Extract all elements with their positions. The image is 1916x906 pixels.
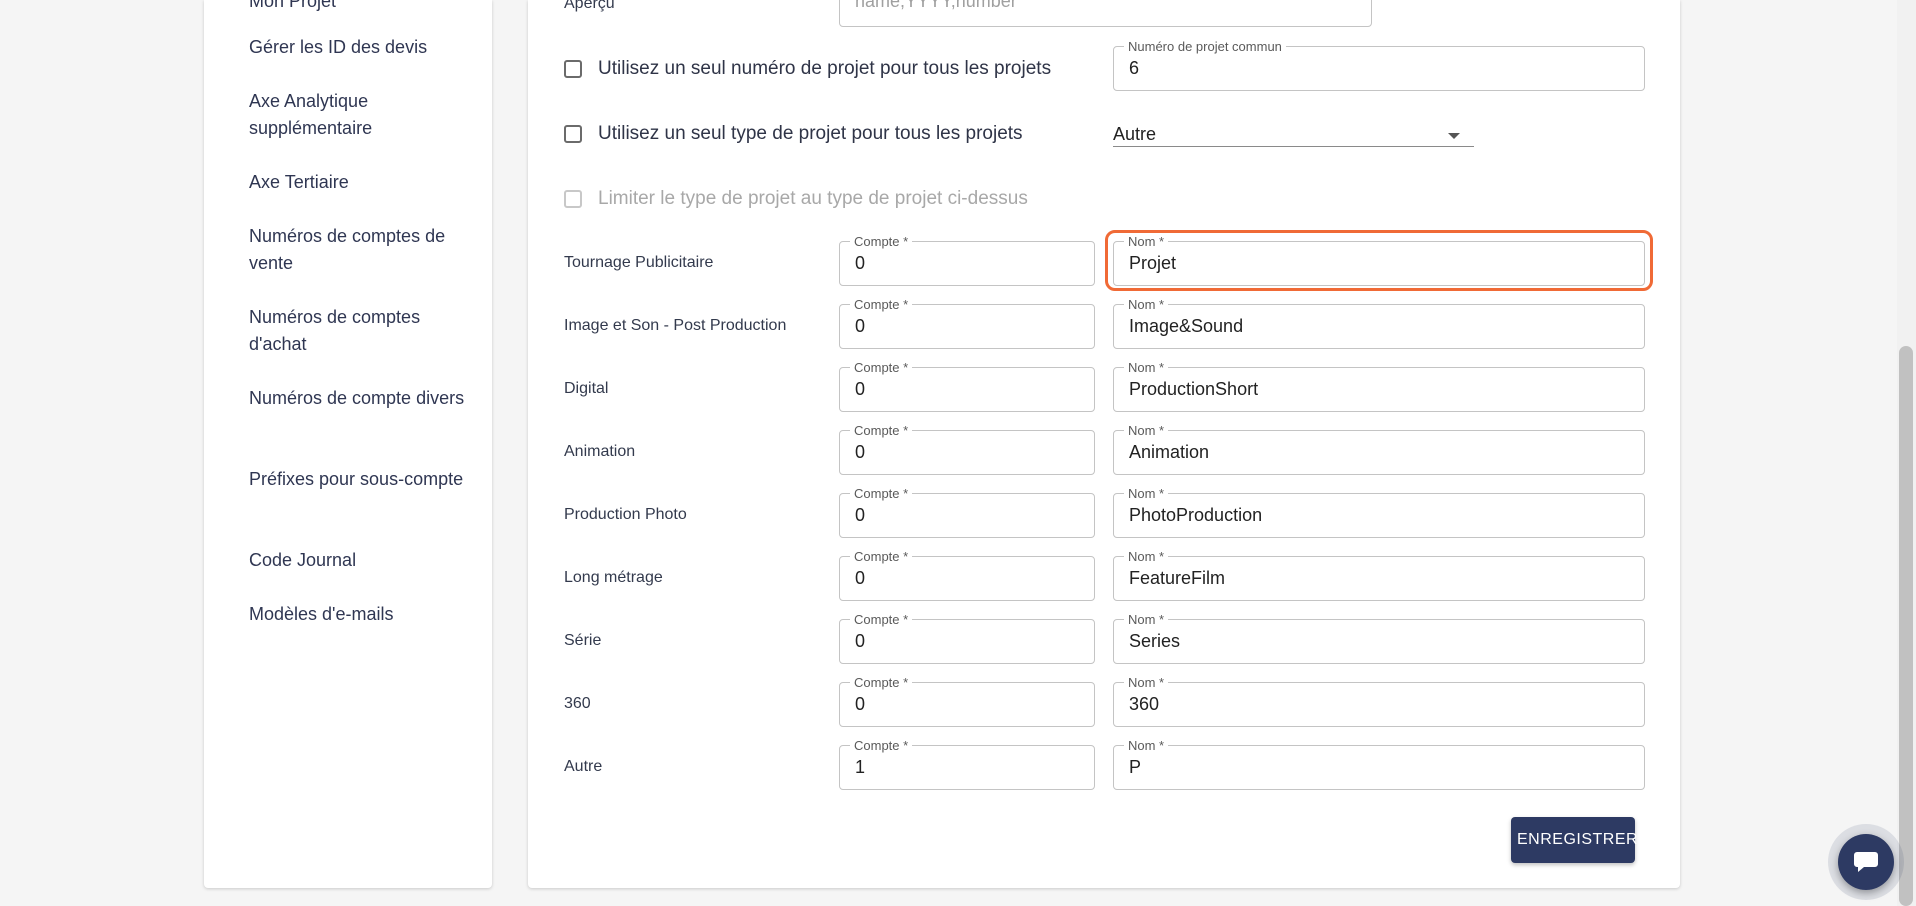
sidebar-item-tertiary-axis[interactable]: Axe Tertiaire: [249, 169, 469, 196]
account-value: 0: [855, 505, 866, 525]
account-value: 0: [855, 442, 866, 462]
account-field[interactable]: Compte * 0: [839, 675, 1095, 727]
single-type-checkbox[interactable]: [564, 125, 582, 143]
name-value: Image&Sound: [1129, 316, 1244, 336]
chevron-down-icon: [1448, 133, 1460, 139]
name-value: PhotoProduction: [1129, 505, 1263, 525]
project-type-label: Digital: [564, 380, 609, 397]
account-field[interactable]: Compte * 0: [839, 360, 1095, 412]
sidebar-item-extra-axis[interactable]: Axe Analytique supplémentaire: [249, 88, 469, 142]
scrollbar-thumb[interactable]: [1899, 346, 1913, 906]
account-field[interactable]: Compte * 0: [839, 612, 1095, 664]
sidebar-item-sales-accounts[interactable]: Numéros de comptes de vente: [249, 223, 469, 277]
project-type-select-value: Autre: [1113, 124, 1157, 144]
chat-button[interactable]: [1838, 834, 1894, 890]
sidebar-item-misc-accounts[interactable]: Numéros de compte divers: [249, 385, 469, 412]
account-value: 0: [855, 379, 866, 399]
single-number-checkbox[interactable]: [564, 60, 582, 78]
account-field[interactable]: Compte * 0: [839, 549, 1095, 601]
chat-bubble-icon: [1854, 852, 1878, 872]
preview-label: Aperçu: [564, 0, 615, 12]
account-field[interactable]: Compte * 0: [839, 234, 1095, 286]
sidebar-item-subaccount-prefixes[interactable]: Préfixes pour sous-compte: [249, 466, 469, 493]
project-type-label: Série: [564, 632, 602, 649]
name-field[interactable]: Nom * 360: [1113, 675, 1645, 727]
sidebar-item-purchase-accounts[interactable]: Numéros de comptes d'achat: [249, 304, 469, 358]
account-value: 0: [855, 631, 866, 651]
project-type-label: Tournage Publicitaire: [564, 254, 714, 271]
project-type-label: Image et Son - Post Production: [564, 317, 787, 334]
account-value: 0: [855, 568, 866, 588]
preview-field[interactable]: name,YYYY,number: [839, 0, 1372, 27]
name-field[interactable]: Nom * Image&Sound: [1113, 297, 1645, 349]
focus-highlight: [1105, 230, 1653, 291]
name-field[interactable]: Nom * PhotoProduction: [1113, 486, 1645, 538]
project-type-label: Long métrage: [564, 569, 663, 586]
sidebar-item-journal-code[interactable]: Code Journal: [249, 547, 469, 574]
single-type-label: Utilisez un seul type de projet pour tou…: [598, 123, 1023, 144]
common-number-value: 6: [1129, 58, 1140, 78]
save-button[interactable]: ENREGISTRER: [1511, 817, 1638, 863]
limit-type-label: Limiter le type de projet au type de pro…: [598, 188, 1028, 209]
name-value: P: [1129, 757, 1142, 777]
single-number-label: Utilisez un seul numéro de projet pour t…: [598, 58, 1052, 79]
limit-type-checkbox: [564, 190, 582, 208]
account-value: 0: [855, 253, 866, 273]
project-type-label: Autre: [564, 758, 603, 775]
account-field[interactable]: Compte * 0: [839, 423, 1095, 475]
sidebar-item-email-templates[interactable]: Modèles d'e-mails: [249, 601, 469, 628]
name-field[interactable]: Nom * Animation: [1113, 423, 1645, 475]
account-value: 0: [855, 694, 866, 714]
account-value: 0: [855, 316, 866, 336]
project-settings-panel: Aperçu name,YYYY,number Utilisez un seul…: [528, 0, 1680, 888]
project-type-label: Production Photo: [564, 506, 687, 523]
name-field[interactable]: Nom * ProductionShort: [1113, 360, 1645, 412]
name-value: Series: [1129, 631, 1181, 651]
project-type-label: 360: [564, 695, 591, 712]
sidebar-item-partial[interactable]: Mon Projet: [249, 0, 469, 15]
name-value: FeatureFilm: [1129, 568, 1226, 588]
account-field[interactable]: Compte * 0: [839, 297, 1095, 349]
name-value: ProductionShort: [1129, 379, 1259, 399]
account-field[interactable]: Compte * 1: [839, 738, 1095, 790]
name-field[interactable]: Nom * Series: [1113, 612, 1645, 664]
common-number-legend: Numéro de projet commun: [1124, 39, 1286, 54]
sidebar-item-quote-ids[interactable]: Gérer les ID des devis: [249, 34, 469, 61]
project-type-label: Animation: [564, 443, 636, 460]
account-field[interactable]: Compte * 0: [839, 486, 1095, 538]
name-value: Animation: [1129, 442, 1210, 462]
settings-sidebar: Mon Projet Gérer les ID des devis Axe An…: [204, 0, 492, 888]
common-number-field[interactable]: Numéro de projet commun 6: [1113, 39, 1645, 91]
project-type-select[interactable]: Autre: [1113, 118, 1474, 147]
name-value: 360: [1129, 694, 1160, 714]
account-value: 1: [855, 757, 866, 777]
preview-placeholder: name,YYYY,number: [855, 0, 1017, 11]
name-field[interactable]: Nom * FeatureFilm: [1113, 549, 1645, 601]
name-field[interactable]: Nom * P: [1113, 738, 1645, 790]
